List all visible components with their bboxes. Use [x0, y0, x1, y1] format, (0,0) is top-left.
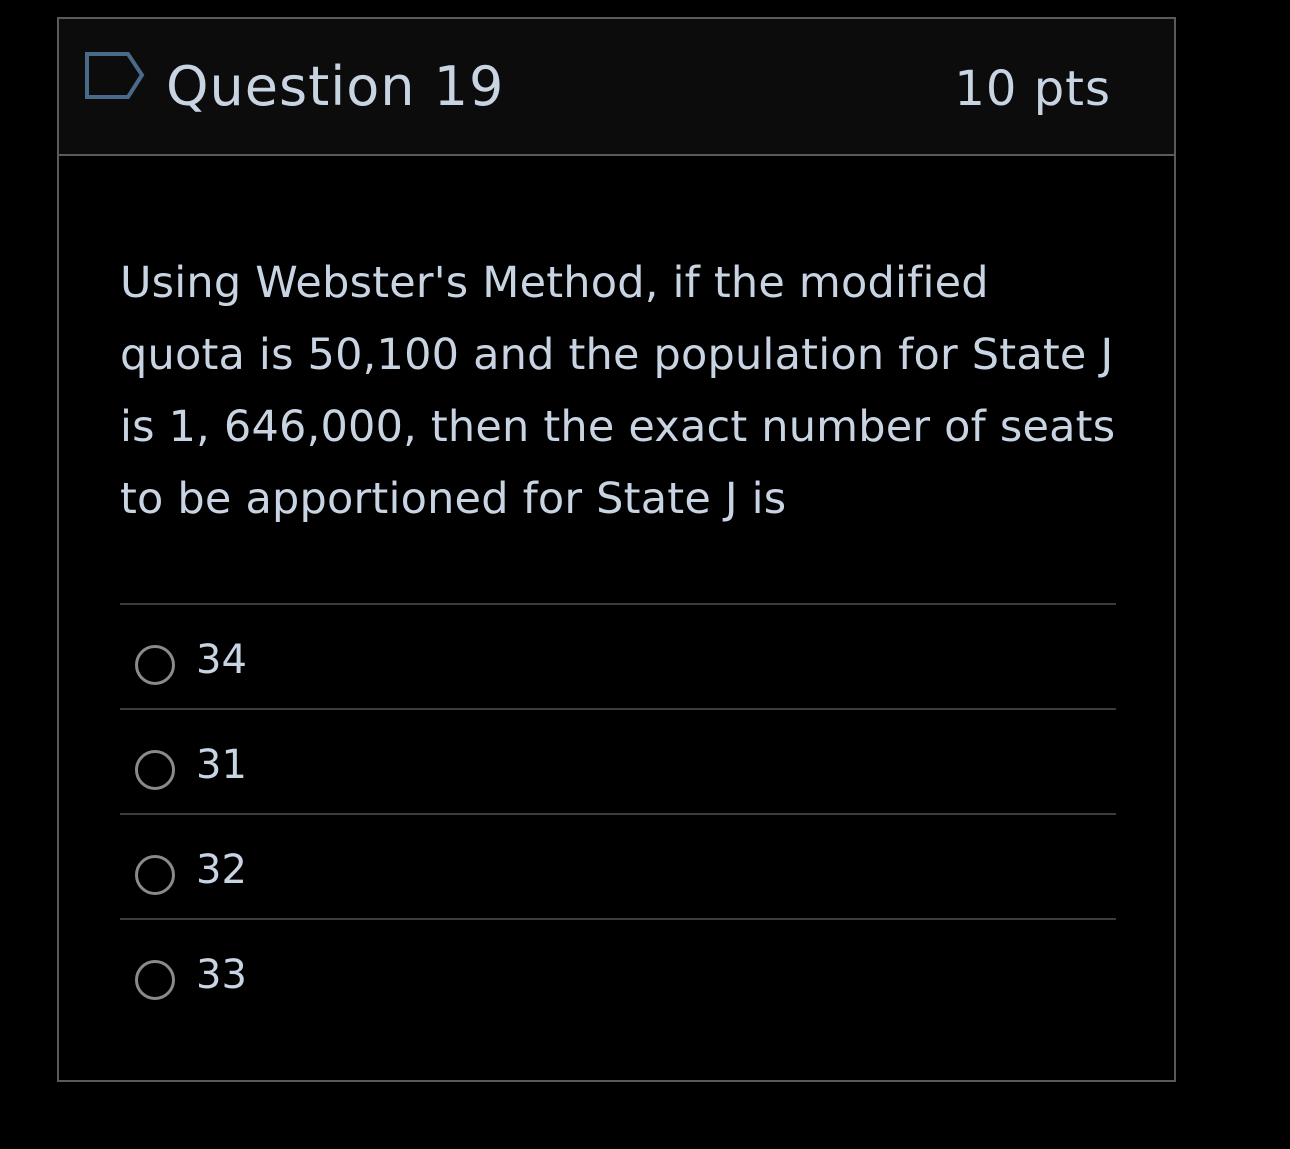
answer-list: 34 31 32 33 — [120, 603, 1116, 1023]
radio-button[interactable] — [135, 855, 175, 895]
answer-option[interactable]: 32 — [120, 813, 1116, 918]
answer-option[interactable]: 33 — [120, 918, 1116, 1023]
question-card: Question 19 10 pts Using Webster's Metho… — [57, 17, 1176, 1082]
radio-button[interactable] — [135, 960, 175, 1000]
radio-button[interactable] — [135, 750, 175, 790]
answer-label[interactable]: 31 — [196, 737, 247, 793]
answer-label[interactable]: 33 — [196, 947, 247, 1003]
answer-label[interactable]: 32 — [196, 842, 247, 898]
question-header: Question 19 10 pts — [59, 19, 1174, 156]
question-points: 10 pts — [954, 61, 1111, 117]
answer-option[interactable]: 34 — [120, 603, 1116, 708]
question-text: Using Webster's Method, if the modified … — [120, 258, 1116, 524]
answer-option[interactable]: 31 — [120, 708, 1116, 813]
question-title: Question 19 — [166, 55, 505, 118]
radio-button[interactable] — [135, 645, 175, 685]
flag-question-icon[interactable] — [84, 51, 146, 103]
answer-label[interactable]: 34 — [196, 632, 247, 688]
